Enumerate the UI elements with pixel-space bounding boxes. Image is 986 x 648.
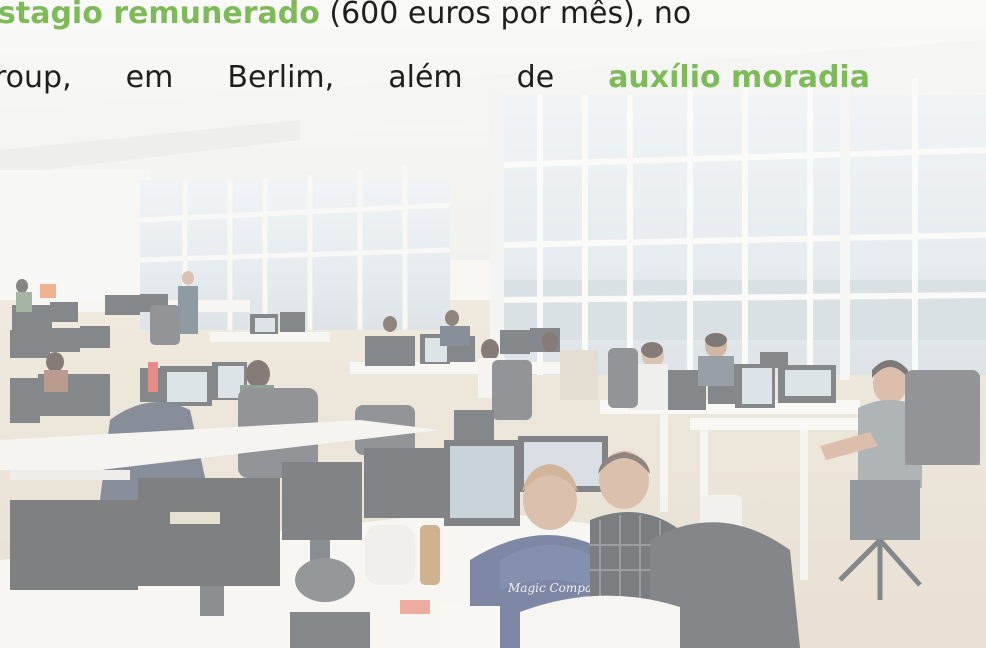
word: em xyxy=(125,60,174,95)
caption-line-1-text: (600 euros por mês), no xyxy=(329,0,692,31)
slide: Magic Company stagio remunerado (600 eur… xyxy=(0,0,986,648)
caption-line-1: stagio remunerado (600 euros por mês), n… xyxy=(0,0,691,42)
word: além xyxy=(388,60,463,95)
word: roup, xyxy=(0,60,72,95)
highlight-auxilio: auxílio moradia xyxy=(608,60,870,95)
highlight-estagio: stagio remunerado xyxy=(0,0,320,31)
right-windows xyxy=(490,78,986,390)
word: Berlim, xyxy=(227,60,335,95)
caption-line-2: roup, em Berlim, além de auxílio moradia xyxy=(0,50,870,106)
word: de xyxy=(516,60,555,95)
